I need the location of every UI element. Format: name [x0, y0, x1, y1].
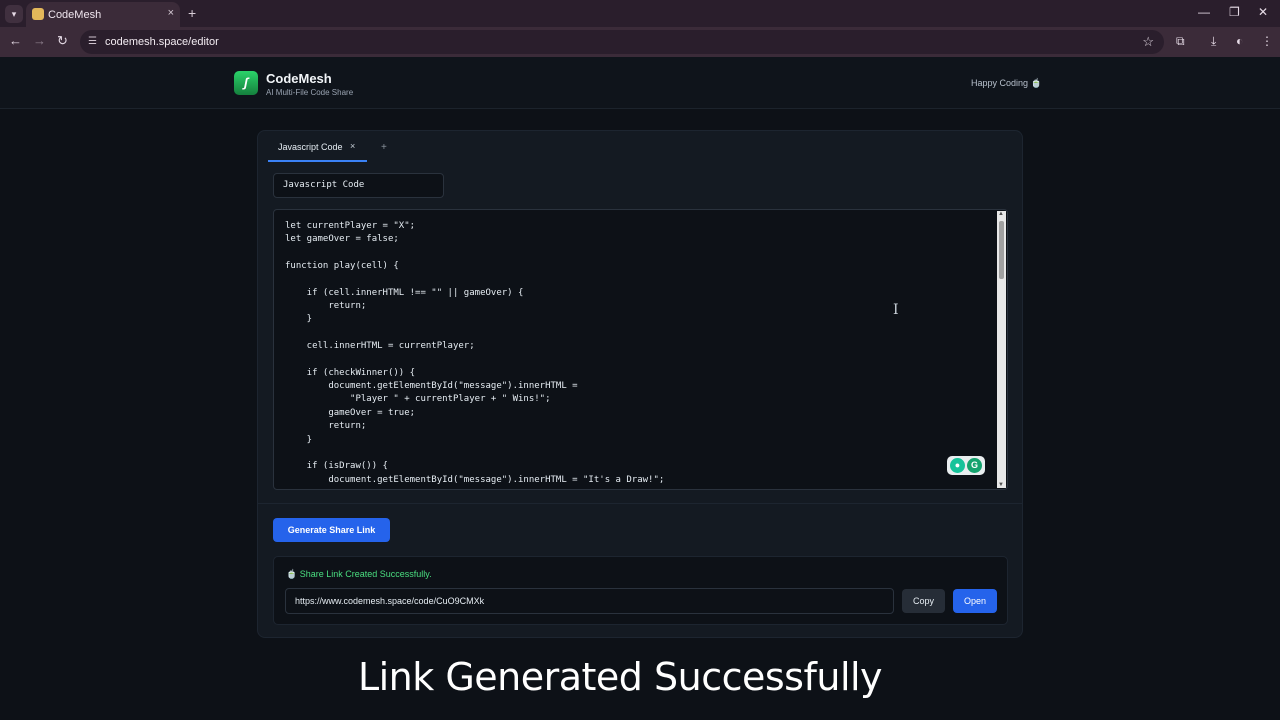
- forward-icon[interactable]: →: [33, 33, 46, 48]
- favicon-icon: [32, 8, 44, 20]
- browser-tab[interactable]: CodeMesh ×: [26, 2, 180, 27]
- file-tab-close-icon[interactable]: ×: [350, 141, 355, 151]
- code-scrollbar[interactable]: ▲ ▼: [997, 211, 1006, 488]
- file-name-input[interactable]: Javascript Code: [273, 173, 444, 198]
- generate-share-link-button[interactable]: Generate Share Link: [273, 518, 390, 542]
- menu-icon[interactable]: ⋮: [1261, 34, 1273, 48]
- suggestion-bulb-icon[interactable]: ●: [950, 458, 965, 473]
- address-bar-row: ← → ↻ ☰ codemesh.space/editor ☆ ⧉ ⤓ ◐ ⋮: [0, 27, 1280, 57]
- add-file-tab-button[interactable]: +: [381, 142, 387, 153]
- share-result-panel: 🍵 Share Link Created Successfully. https…: [273, 556, 1008, 625]
- brand-name: CodeMesh: [266, 71, 332, 86]
- site-info-icon[interactable]: ☰: [88, 36, 97, 47]
- header-greeting: Happy Coding 🍵: [971, 78, 1042, 88]
- minimize-icon[interactable]: —: [1198, 5, 1210, 19]
- profile-icon[interactable]: ◐: [1236, 34, 1243, 48]
- editor-card: Javascript Code × + Javascript Code let …: [257, 130, 1023, 638]
- file-tab-label: Javascript Code: [278, 142, 343, 152]
- scroll-down-icon[interactable]: ▼: [998, 482, 1004, 488]
- success-message: 🍵 Share Link Created Successfully.: [286, 569, 432, 579]
- text-cursor-icon: I: [893, 302, 899, 318]
- tab-menu-icon[interactable]: ▾: [5, 5, 23, 23]
- code-editor[interactable]: let currentPlayer = "X"; let gameOver = …: [273, 209, 1008, 490]
- extensions-icon[interactable]: ⧉: [1176, 34, 1185, 49]
- app-header: ʃ CodeMesh AI Multi-File Code Share Happ…: [0, 57, 1280, 109]
- scroll-up-icon[interactable]: ▲: [998, 211, 1004, 217]
- new-tab-button[interactable]: +: [188, 5, 196, 21]
- reload-icon[interactable]: ↻: [57, 33, 68, 49]
- bookmark-star-icon[interactable]: ☆: [1142, 34, 1154, 50]
- browser-tab-bar: ▾ CodeMesh × + — ❐ ✕: [0, 0, 1280, 27]
- scrollbar-thumb[interactable]: [999, 221, 1004, 279]
- tab-title: CodeMesh: [48, 9, 102, 21]
- grammarly-widget[interactable]: ● G: [947, 456, 985, 475]
- code-content[interactable]: let currentPlayer = "X"; let gameOver = …: [285, 220, 664, 487]
- omnibox[interactable]: ☰ codemesh.space/editor ☆: [80, 30, 1164, 54]
- close-icon[interactable]: ✕: [1258, 5, 1268, 19]
- card-divider: [258, 503, 1022, 504]
- download-icon[interactable]: ⤓: [1211, 34, 1216, 49]
- tab-close-icon[interactable]: ×: [168, 7, 174, 19]
- copy-button[interactable]: Copy: [902, 589, 945, 613]
- open-button[interactable]: Open: [953, 589, 997, 613]
- url-text[interactable]: codemesh.space/editor: [105, 36, 219, 48]
- maximize-icon[interactable]: ❐: [1229, 5, 1240, 19]
- video-caption: Link Generated Successfully: [357, 655, 883, 699]
- back-icon[interactable]: ←: [9, 33, 22, 48]
- grammarly-icon[interactable]: G: [967, 458, 982, 473]
- codemesh-logo-icon: ʃ: [234, 71, 258, 95]
- brand-tagline: AI Multi-File Code Share: [266, 88, 354, 97]
- file-tab[interactable]: Javascript Code ×: [268, 131, 367, 162]
- share-link-field[interactable]: https://www.codemesh.space/code/CuO9CMXk: [285, 588, 894, 614]
